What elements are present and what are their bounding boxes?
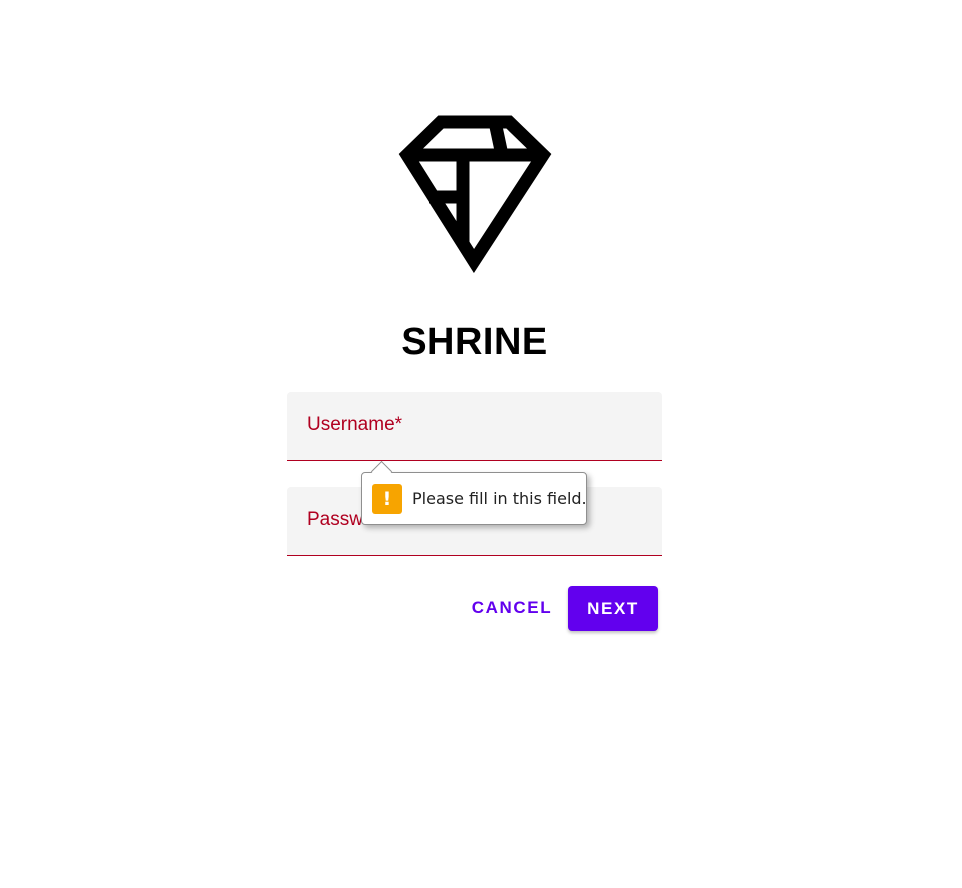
next-button[interactable]: NEXT bbox=[568, 586, 658, 631]
cancel-button[interactable]: CANCEL bbox=[464, 589, 560, 627]
username-label: Username* bbox=[307, 414, 403, 435]
diamond-logo-icon bbox=[398, 115, 552, 273]
tooltip-arrow bbox=[370, 460, 393, 483]
login-page: SHRINE Username* Password ! Please fill … bbox=[0, 0, 962, 888]
username-field[interactable]: Username* bbox=[287, 392, 662, 461]
app-title: SHRINE bbox=[401, 321, 548, 363]
validation-tooltip: ! Please fill in this field. bbox=[361, 460, 587, 525]
warning-icon: ! bbox=[372, 483, 402, 514]
tooltip-message: Please fill in this field. bbox=[412, 489, 587, 508]
